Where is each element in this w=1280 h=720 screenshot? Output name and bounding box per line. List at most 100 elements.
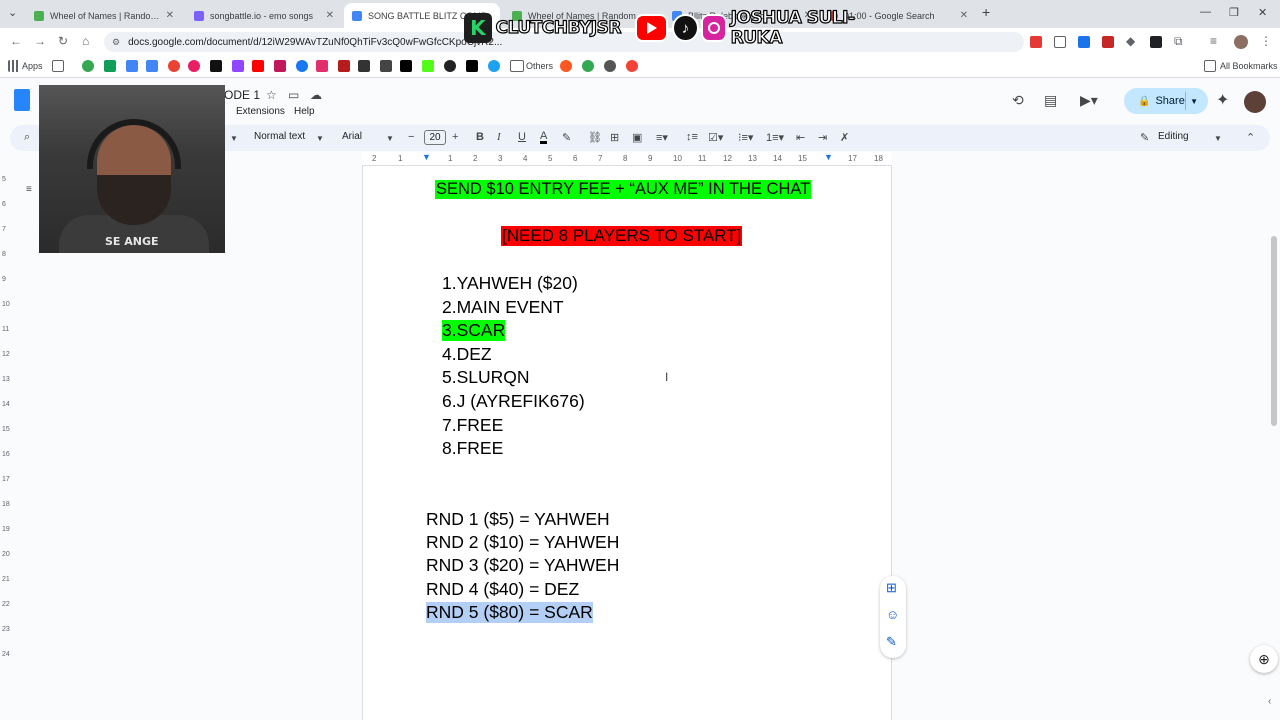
reload-icon[interactable]: ↻ xyxy=(58,34,68,48)
list-item[interactable]: 8.FREE xyxy=(442,438,503,459)
browser-tab[interactable]: Wheel of Names | Random nam ✕ xyxy=(26,3,182,28)
text-color-icon[interactable]: A xyxy=(540,131,548,144)
close-icon[interactable]: ✕ xyxy=(166,10,174,21)
folder-icon[interactable] xyxy=(510,60,524,72)
search-menus-icon[interactable]: ⌕ xyxy=(24,131,30,144)
add-comment-icon[interactable]: ⊞ xyxy=(610,131,619,144)
star-icon[interactable]: ☆ xyxy=(266,88,277,102)
bookmark-icon[interactable] xyxy=(358,60,370,72)
grid-icon[interactable] xyxy=(52,60,64,72)
chevron-down-icon[interactable]: ▼ xyxy=(1190,97,1198,106)
paragraph-style-select[interactable]: Normal text xyxy=(254,131,305,142)
round-line[interactable]: RND 3 ($20) = YAHWEH xyxy=(426,555,619,576)
increase-font-size-icon[interactable]: + xyxy=(452,131,458,143)
list-item[interactable]: 1.YAHWEH ($20) xyxy=(442,273,578,294)
bookmark-icon[interactable] xyxy=(488,60,500,72)
tiktok-bookmark-icon[interactable] xyxy=(210,60,222,72)
apps-grid-icon[interactable] xyxy=(8,60,20,72)
clear-formatting-icon[interactable]: ✗ xyxy=(840,131,849,144)
menu-help[interactable]: Help xyxy=(294,106,315,117)
numbered-list-icon[interactable]: 1≡▾ xyxy=(766,131,784,144)
others-bookmark-folder[interactable]: Others xyxy=(526,61,553,71)
move-folder-icon[interactable]: ▭ xyxy=(288,88,299,102)
bulleted-list-icon[interactable]: ⁝≡▾ xyxy=(738,131,753,144)
document-title[interactable]: ODE 1 xyxy=(224,88,260,102)
bookmark-icon[interactable] xyxy=(168,60,180,72)
twitch-bookmark-icon[interactable] xyxy=(232,60,244,72)
editing-mode-select[interactable]: Editing xyxy=(1158,131,1189,142)
apps-bookmark[interactable]: Apps xyxy=(22,61,43,71)
meet-icon[interactable]: ▶▾ xyxy=(1080,92,1098,109)
bookmark-icon[interactable] xyxy=(582,60,594,72)
instagram-bookmark-icon[interactable] xyxy=(316,60,328,72)
gemini-icon[interactable]: ✦ xyxy=(1216,90,1229,110)
insert-image-icon[interactable]: ▣ xyxy=(632,131,642,144)
zoom-dropdown-chevron-icon[interactable]: ▼ xyxy=(230,134,238,143)
checklist-icon[interactable]: ☑▾ xyxy=(708,131,723,144)
suggest-edits-icon[interactable]: ✎ xyxy=(886,634,897,650)
share-button[interactable]: 🔒 Share ▼ xyxy=(1124,88,1208,114)
round-line[interactable]: RND 4 ($40) = DEZ xyxy=(426,579,579,600)
kick-bookmark-icon[interactable] xyxy=(422,60,434,72)
cloud-status-icon[interactable]: ☁ xyxy=(310,88,322,102)
window-close-icon[interactable]: ✕ xyxy=(1258,6,1267,19)
line-spacing-icon[interactable]: ↕≡ xyxy=(686,131,698,143)
back-icon[interactable]: ← xyxy=(10,34,22,48)
align-icon[interactable]: ≡▾ xyxy=(656,131,668,144)
round-line[interactable]: RND 2 ($10) = YAHWEH xyxy=(426,532,619,553)
chevron-down-icon[interactable]: ▼ xyxy=(1214,134,1222,143)
new-tab-button[interactable]: + xyxy=(982,4,990,20)
restore-icon[interactable]: ❐ xyxy=(1229,6,1239,19)
bookmark-icon[interactable] xyxy=(188,60,200,72)
list-item[interactable]: 4.DEZ xyxy=(442,344,492,365)
round-line-selected[interactable]: RND 5 ($80) = SCAR xyxy=(426,602,593,623)
bookmark-icon[interactable] xyxy=(604,60,616,72)
add-emoji-reaction-icon[interactable]: ☺ xyxy=(886,607,899,622)
indent-marker-icon[interactable]: ▼ xyxy=(422,152,431,162)
font-size-input[interactable]: 20 xyxy=(424,130,446,145)
bookmark-icon[interactable] xyxy=(82,60,94,72)
extension-icon[interactable] xyxy=(1150,36,1162,48)
home-icon[interactable]: ⌂ xyxy=(82,34,89,48)
all-bookmarks-folder[interactable]: All Bookmarks xyxy=(1220,61,1278,71)
close-icon[interactable]: ✕ xyxy=(960,10,968,21)
youtube-bookmark-icon[interactable] xyxy=(252,60,264,72)
bold-icon[interactable]: B xyxy=(476,131,484,143)
bookmark-icon[interactable] xyxy=(126,60,138,72)
chevron-down-icon[interactable]: ▼ xyxy=(316,134,324,143)
tab-search-icon[interactable]: ⌄ xyxy=(8,6,17,19)
browser-tab[interactable]: songbattle.io - emo songs ✕ xyxy=(186,3,342,28)
explore-icon[interactable]: ⊕ xyxy=(1250,645,1278,673)
profile-avatar[interactable] xyxy=(1234,35,1248,49)
bookmark-icon[interactable] xyxy=(466,60,478,72)
chevron-down-icon[interactable]: ▼ xyxy=(386,134,394,143)
list-item[interactable]: 5.SLURQN xyxy=(442,367,530,388)
menu-extensions[interactable]: Extensions xyxy=(236,106,285,117)
list-item[interactable]: 7.FREE xyxy=(442,415,503,436)
bookmark-icon[interactable] xyxy=(560,60,572,72)
outline-toggle-icon[interactable]: ≡ xyxy=(26,184,32,195)
bookmark-icon[interactable] xyxy=(104,60,116,72)
extension-icon[interactable] xyxy=(1078,36,1090,48)
bookmark-icon[interactable] xyxy=(444,60,456,72)
chevron-left-icon[interactable]: ‹ xyxy=(1268,696,1271,707)
forward-icon[interactable]: → xyxy=(34,34,46,48)
x-bookmark-icon[interactable] xyxy=(400,60,412,72)
menu-dots-icon[interactable]: ⋮ xyxy=(1260,34,1272,48)
site-info-icon[interactable]: ⚙ xyxy=(112,37,120,48)
list-item[interactable]: 6.J (AYREFIK676) xyxy=(442,391,585,412)
highlight-color-icon[interactable]: ✎ xyxy=(562,131,571,144)
minimize-icon[interactable]: — xyxy=(1200,6,1211,18)
need-players-line[interactable]: [NEED 8 PLAYERS TO START] xyxy=(501,226,743,246)
version-history-icon[interactable]: ⟲ xyxy=(1012,92,1024,109)
vertical-scrollbar[interactable] xyxy=(1271,236,1277,426)
collapse-menus-icon[interactable]: ⌃ xyxy=(1246,131,1255,144)
add-comment-icon[interactable]: ⊞ xyxy=(886,580,897,596)
increase-indent-icon[interactable]: ⇥ xyxy=(818,131,827,144)
extensions-puzzle-icon[interactable]: ⧉ xyxy=(1174,34,1183,49)
bookmark-icon[interactable] xyxy=(274,60,286,72)
pdf-extension-icon[interactable] xyxy=(1102,36,1114,48)
decrease-font-size-icon[interactable]: − xyxy=(408,131,414,143)
bookmark-icon[interactable] xyxy=(380,60,392,72)
bookmark-icon[interactable] xyxy=(338,60,350,72)
